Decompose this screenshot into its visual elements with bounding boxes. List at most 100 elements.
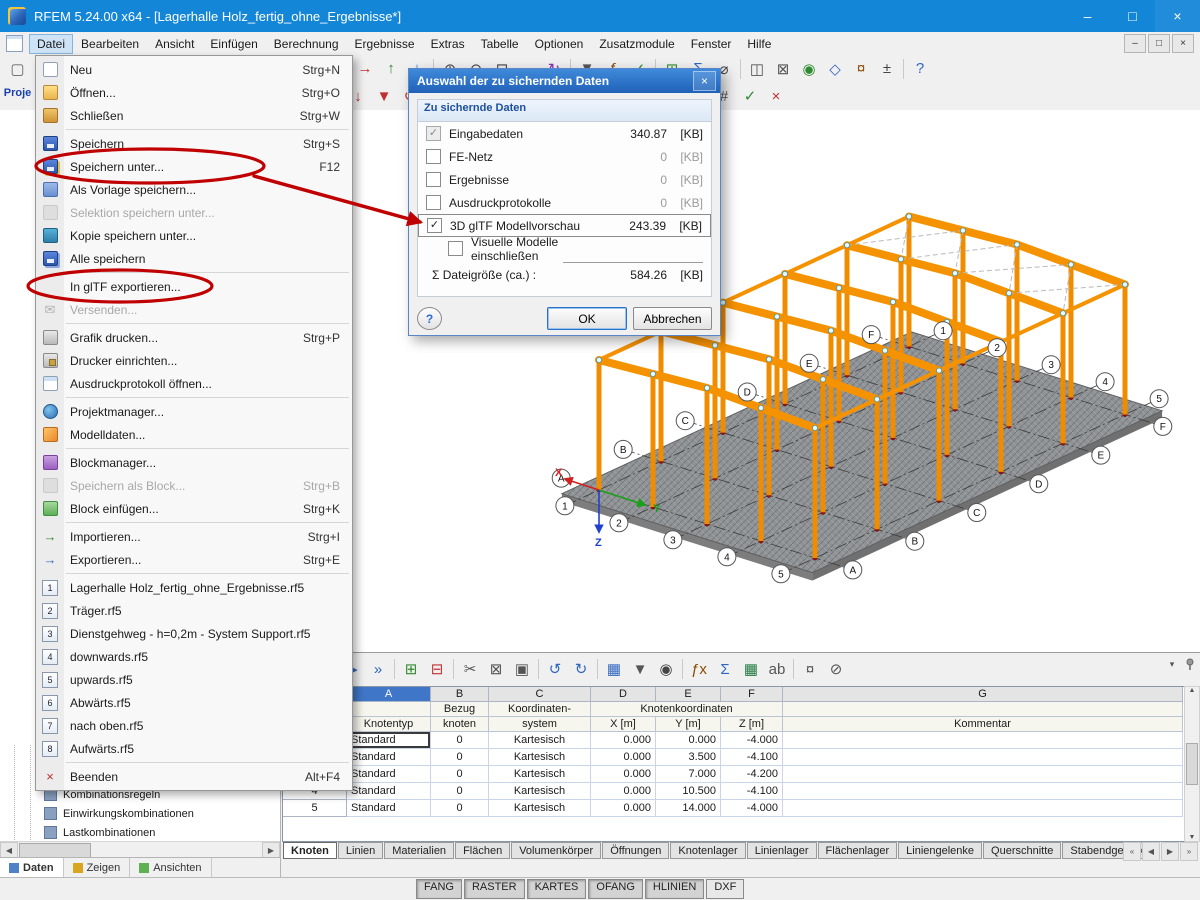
view-in-y-icon[interactable]: ↑ [378,57,404,81]
copy-icon[interactable]: ⊠ [483,657,509,681]
menu-item-grafik-drucken[interactable]: Grafik drucken... Strg+P [36,326,352,349]
checkbox-3d-gltf-modellvorschau[interactable]: ✓ [427,218,442,233]
table-cell[interactable]: 0.000 [591,766,656,783]
table-tab-knoten[interactable]: Knoten [283,842,337,859]
excel-export-icon[interactable]: ▦ [738,657,764,681]
menu-bearbeiten[interactable]: Bearbeiten [73,34,147,54]
menu-item-exportieren[interactable]: → Exportieren... Strg+E [36,548,352,571]
menu-item-nach-oben-rf5[interactable]: 7 nach oben.rf5 [36,714,352,737]
menu-item-alle-speichern[interactable]: Alle speichern [36,247,352,270]
table-cell[interactable]: -4.000 [721,732,783,749]
last-tab-icon[interactable]: » [1180,842,1198,861]
navigator-tab-zeigen[interactable]: Zeigen [64,858,131,878]
table-cell[interactable]: 0.000 [591,732,656,749]
navigator-tab-ansichten[interactable]: Ansichten [130,858,212,878]
table-cell[interactable]: Standard [347,783,431,800]
table-cell[interactable]: 0.000 [591,783,656,800]
scroll-thumb[interactable] [1186,743,1198,785]
line-load-icon[interactable]: ▼ [371,84,397,108]
menu-item-drucker-einrichten[interactable]: Drucker einrichten... [36,349,352,372]
menu-item-als-vorlage-speichern[interactable]: Als Vorlage speichern... [36,178,352,201]
table-cell[interactable]: 0.000 [591,800,656,817]
menu-item-abwaerts-rf5[interactable]: 6 Abwärts.rf5 [36,691,352,714]
visibility-modes-icon[interactable]: ◉ [796,57,822,81]
mdi-close-button[interactable]: × [1172,34,1194,53]
table-tab-linien[interactable]: Linien [337,842,384,859]
lock-table-icon[interactable]: ⊘ [823,657,849,681]
table-tab-oeffnungen[interactable]: Öffnungen [602,842,670,859]
snap-toggle-kartes[interactable]: KARTES [526,879,587,899]
menu-item-neu[interactable]: Neu Strg+N [36,58,352,81]
menu-item-schliessen[interactable]: Schließen Strg+W [36,104,352,127]
find-icon[interactable]: ◉ [653,657,679,681]
table-tab-querschnitte[interactable]: Querschnitte [983,842,1062,859]
table-settings-icon[interactable]: ¤ [797,657,823,681]
menu-item-upwards-rf5[interactable]: 5 upwards.rf5 [36,668,352,691]
menu-item-speichern[interactable]: Speichern Strg+S [36,132,352,155]
table-cell[interactable]: Standard [347,749,431,766]
column-letter-C[interactable]: C [489,687,591,702]
table-cell[interactable]: Kartesisch [489,749,591,766]
table-cell[interactable]: -4.100 [721,749,783,766]
table-cell[interactable]: -4.200 [721,766,783,783]
table-cell[interactable] [783,732,1183,749]
scroll-left-icon[interactable]: ◀ [0,841,18,859]
table-cell[interactable]: 0 [431,783,489,800]
cut-icon[interactable]: ✂ [457,657,483,681]
checkbox-visuelle-modelle-einschliessen[interactable] [448,241,463,256]
new-window-icon[interactable]: ◫ [744,57,770,81]
window-close-button[interactable]: × [1155,0,1200,32]
menu-item-oeffnen[interactable]: Öffnen... Strg+O [36,81,352,104]
next-tab-icon[interactable]: ▶ [1161,842,1179,861]
checkbox-ausdruckprotokolle[interactable] [426,195,441,210]
filter-icon[interactable]: ▼ [627,657,653,681]
ok-button[interactable]: OK [547,307,627,330]
menu-einfuegen[interactable]: Einfügen [202,34,265,54]
scroll-down-icon[interactable]: ▼ [1189,834,1196,841]
select-all-icon[interactable]: ▦ [601,657,627,681]
table-cell[interactable]: Standard [347,800,431,817]
menu-item-kopie-speichern-unter[interactable]: Kopie speichern unter... [36,224,352,247]
table-cell[interactable]: 0.000 [591,749,656,766]
column-letter-G[interactable]: G [783,687,1183,702]
table-cell[interactable] [783,783,1183,800]
table-cell[interactable]: 10.500 [656,783,721,800]
menu-item-projektmanager[interactable]: Projektmanager... [36,400,352,423]
menu-item-dienstgehweg-h-0-2m-system-support-rf5[interactable]: 3 Dienstgehweg - h=0,2m - System Support.… [36,622,352,645]
table-cell[interactable]: 3.500 [656,749,721,766]
menu-fenster[interactable]: Fenster [683,34,740,54]
column-letter-B[interactable]: B [431,687,489,702]
table-cell[interactable] [783,766,1183,783]
sum-icon[interactable]: Σ [712,657,738,681]
menu-item-modelldaten[interactable]: Modelldaten... [36,423,352,446]
delete-icon[interactable]: × [763,84,789,108]
table-cell[interactable]: 0 [431,749,489,766]
table-cell[interactable]: 14.000 [656,800,721,817]
menu-item-traeger-rf5[interactable]: 2 Träger.rf5 [36,599,352,622]
navigator-tab-daten[interactable]: Daten [0,858,64,878]
table-cell[interactable]: Kartesisch [489,732,591,749]
dialog-titlebar[interactable]: Auswahl der zu sichernden Daten × [409,69,720,93]
menu-item-aufwaerts-rf5[interactable]: 8 Aufwärts.rf5 [36,737,352,760]
scroll-right-icon[interactable]: ▶ [262,841,280,859]
spell-check-icon[interactable]: ab [764,657,790,681]
help-icon[interactable]: ? [907,57,933,81]
table-cell[interactable]: 0 [431,766,489,783]
menu-item-blockmanager[interactable]: Blockmanager... [36,451,352,474]
navigator-hscrollbar[interactable]: ◀ ▶ [0,841,280,859]
table-cell[interactable]: 7.000 [656,766,721,783]
table-cell[interactable]: 0 [431,800,489,817]
table-cell[interactable]: 0.000 [656,732,721,749]
scroll-up-icon[interactable]: ▲ [1189,687,1196,694]
menu-item-importieren[interactable]: → Importieren... Strg+I [36,525,352,548]
snap-toggle-fang[interactable]: FANG [416,879,462,899]
column-letter-E[interactable]: E [656,687,721,702]
table-cell[interactable]: Standard [347,732,431,749]
table-cell[interactable]: -4.100 [721,783,783,800]
table-tab-knotenlager[interactable]: Knotenlager [670,842,746,859]
dialog-close-button[interactable]: × [693,71,716,91]
first-tab-icon[interactable]: « [1123,842,1141,861]
menu-item-in-gltf-exportieren[interactable]: In glTF exportieren... [36,275,352,298]
table-cell[interactable]: Kartesisch [489,766,591,783]
table-tab-materialien[interactable]: Materialien [384,842,455,859]
